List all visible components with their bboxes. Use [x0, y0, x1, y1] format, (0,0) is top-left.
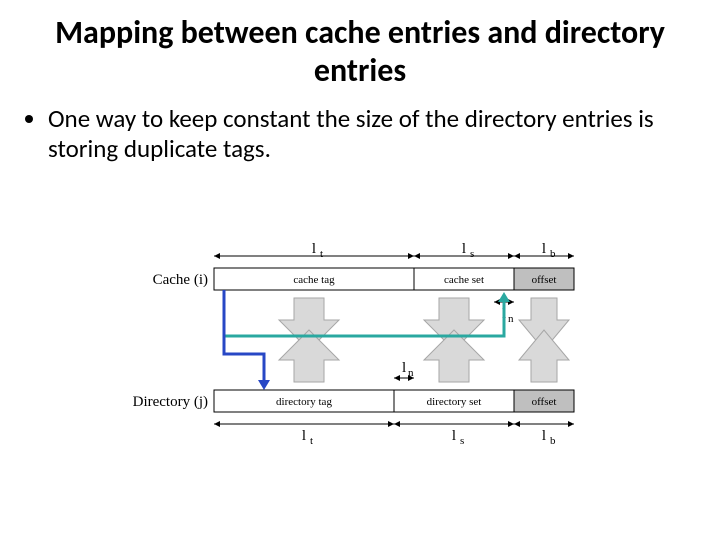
svg-text:l: l: [402, 360, 406, 376]
directory-set-label: directory set: [427, 396, 482, 408]
svg-text:s: s: [470, 248, 474, 260]
svg-text:l: l: [542, 428, 546, 444]
svg-text:l: l: [302, 428, 306, 444]
directory-row-label: Directory (j): [133, 394, 208, 410]
ln-marker-bottom-icon: l n: [394, 360, 414, 381]
slide-title: Mapping between cache entries and direct…: [40, 14, 680, 90]
svg-text:l: l: [462, 241, 466, 257]
blue-mapping-arrow-icon: [224, 290, 270, 390]
svg-text:b: b: [550, 435, 556, 447]
cache-row-label: Cache (i): [153, 272, 208, 288]
updown-arrow-tag-icon: [279, 298, 339, 382]
directory-tag-label: directory tag: [276, 396, 332, 408]
directory-offset-label: offset: [532, 396, 557, 408]
svg-text:s: s: [460, 435, 464, 447]
cache-tag-label: cache tag: [293, 274, 335, 286]
bullet-1: One way to keep constant the size of the…: [48, 104, 696, 164]
svg-text:b: b: [550, 248, 556, 260]
top-width-markers: l t l s l b: [214, 241, 574, 260]
bottom-width-markers: l t l s l b: [214, 421, 574, 447]
mapping-diagram: cache tag cache set offset Cache (i) l t…: [124, 240, 604, 450]
svg-text:n: n: [508, 313, 514, 325]
updown-arrow-set-icon: [424, 298, 484, 382]
updown-arrow-offset-icon: [519, 298, 569, 382]
svg-text:t: t: [310, 435, 313, 447]
svg-text:l: l: [452, 428, 456, 444]
svg-text:n: n: [408, 367, 414, 379]
cache-offset-label: offset: [532, 274, 557, 286]
svg-text:l: l: [542, 241, 546, 257]
svg-text:t: t: [320, 248, 323, 260]
svg-text:l: l: [312, 241, 316, 257]
cache-set-label: cache set: [444, 274, 484, 286]
